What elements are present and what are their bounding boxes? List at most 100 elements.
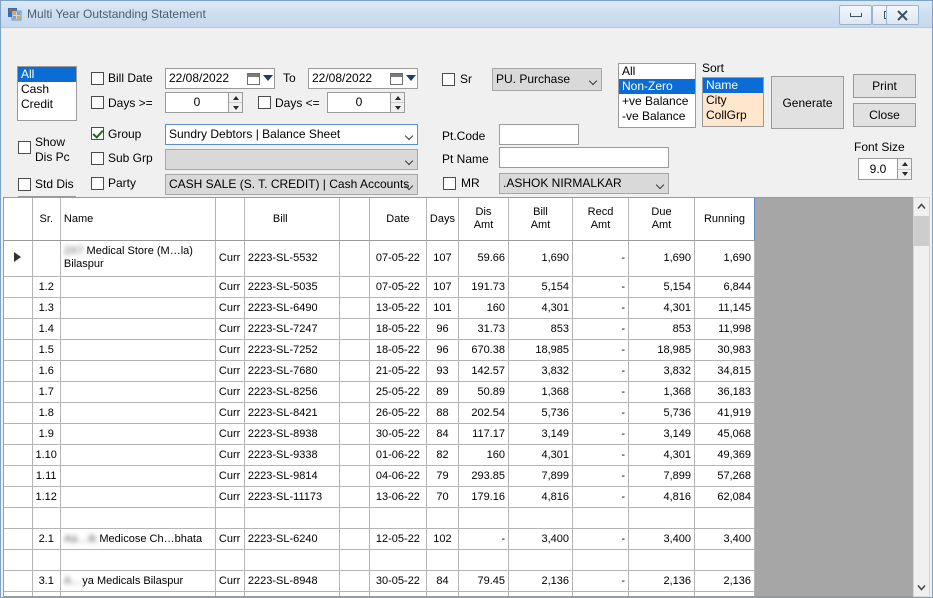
table-row[interactable]: 3.1 A…ya Medicals Bilaspur Curr 2223-SL-894… <box>4 570 755 592</box>
balance-option-nonzero[interactable]: Non-Zero <box>619 79 695 94</box>
days-le-stepper[interactable] <box>390 92 405 113</box>
cell-bill-amt[interactable]: 3,400 <box>508 528 573 550</box>
cell-running[interactable] <box>694 507 755 529</box>
cell-bill-amt[interactable]: 5,154 <box>508 276 573 298</box>
cell-recd-amt[interactable]: - <box>572 570 629 592</box>
cell-due-amt[interactable] <box>628 549 695 571</box>
cell-bill[interactable]: 2223-SL-11173 <box>244 486 340 508</box>
row-marker-cell[interactable] <box>4 549 33 571</box>
cell-dis-amt[interactable]: 50.89 <box>458 381 509 403</box>
cell-curr[interactable] <box>215 549 245 571</box>
cell-dis-amt[interactable]: 191.73 <box>458 276 509 298</box>
cell-days[interactable]: 107 <box>426 276 459 298</box>
cell-date[interactable] <box>369 549 427 571</box>
cell-name[interactable] <box>60 486 216 508</box>
cell-due-amt[interactable]: 3,400 <box>628 528 695 550</box>
cell-name[interactable] <box>60 381 216 403</box>
cell-name[interactable] <box>60 339 216 361</box>
cell-name[interactable] <box>60 297 216 319</box>
cell-curr[interactable]: Curr <box>215 297 245 319</box>
cell-dis-amt[interactable]: 179.16 <box>458 486 509 508</box>
cell-running[interactable]: 3,400 <box>694 528 755 550</box>
row-marker-cell[interactable] <box>4 528 33 550</box>
cell-dis-amt[interactable] <box>458 549 509 571</box>
cell-bill-gap[interactable] <box>339 381 370 403</box>
table-row[interactable] <box>4 507 755 529</box>
table-row[interactable] <box>4 549 755 571</box>
cell-bill-amt[interactable] <box>508 549 573 571</box>
cell-bill-gap[interactable] <box>339 444 370 466</box>
cell-sr[interactable]: 1.8 <box>32 402 61 424</box>
cell-running[interactable]: 49,369 <box>694 444 755 466</box>
cell-dis-amt[interactable]: - <box>458 528 509 550</box>
row-marker-cell[interactable] <box>4 360 33 382</box>
cell-days[interactable]: 88 <box>426 402 459 424</box>
calendar-icon-from[interactable] <box>247 73 260 85</box>
cell-date[interactable]: 30-05-22 <box>369 570 427 592</box>
cell-date[interactable]: 30-05-22 <box>369 423 427 445</box>
cell-bill-amt[interactable]: 853 <box>508 318 573 340</box>
cell-days[interactable]: 81 <box>426 591 459 596</box>
std-dis-checkbox[interactable] <box>18 178 31 191</box>
days-le-input[interactable]: 0 <box>327 92 391 113</box>
cell-bill-gap[interactable] <box>339 360 370 382</box>
cell-running[interactable]: 57,268 <box>694 465 755 487</box>
cell-bill[interactable] <box>244 549 340 571</box>
chevron-down-icon-group[interactable] <box>406 133 413 140</box>
cell-date[interactable]: 13-06-22 <box>369 486 427 508</box>
cell-name[interactable] <box>60 276 216 298</box>
cell-dis-amt[interactable]: 117.17 <box>458 423 509 445</box>
scrollbar-thumb[interactable] <box>914 216 929 246</box>
cell-date[interactable]: 07-05-22 <box>369 240 427 277</box>
cell-bill[interactable]: 2223-SL-7252 <box>244 339 340 361</box>
group-dropdown[interactable]: Sundry Debtors | Balance Sheet <box>165 124 418 145</box>
cell-bill[interactable]: 2223-SL-7680 <box>244 360 340 382</box>
col-header-due-amt[interactable]: Due Amt <box>628 198 695 241</box>
cell-curr[interactable]: Curr <box>215 444 245 466</box>
cell-recd-amt[interactable] <box>572 507 629 529</box>
col-header-dis-amt[interactable]: Dis Amt <box>458 198 509 241</box>
row-marker-cell[interactable] <box>4 486 33 508</box>
cell-name[interactable] <box>60 360 216 382</box>
cell-bill[interactable]: 2223-SL-7247 <box>244 318 340 340</box>
chevron-down-icon-to[interactable] <box>406 75 416 81</box>
table-row[interactable]: 1.12 Curr 2223-SL-11173 13-06-22 70 179.16 4,8… <box>4 486 755 508</box>
cell-due-amt[interactable]: 1,368 <box>628 381 695 403</box>
days-ge-stepper-down[interactable] <box>229 102 242 112</box>
cell-curr[interactable]: Curr <box>215 486 245 508</box>
cell-recd-amt[interactable]: - <box>572 444 629 466</box>
cell-bill[interactable]: 2223-SL-8256 <box>244 381 340 403</box>
cell-bill-gap[interactable] <box>339 570 370 592</box>
cell-recd-amt[interactable]: - <box>572 591 629 596</box>
cell-days[interactable]: 84 <box>426 423 459 445</box>
table-row[interactable]: 1.11 Curr 2223-SL-9814 04-06-22 79 293.85 7,89… <box>4 465 755 487</box>
mr-checkbox[interactable] <box>443 177 456 190</box>
cell-recd-amt[interactable]: - <box>572 318 629 340</box>
sort-listbox[interactable]: Name City CollGrp <box>702 77 764 127</box>
table-row[interactable]: 1.3 Curr 2223-SL-6490 13-05-22 101 160 4,301-4… <box>4 297 755 319</box>
cell-due-amt[interactable]: 5,736 <box>628 402 695 424</box>
cell-bill-amt[interactable]: 5,736 <box>508 402 573 424</box>
row-marker-cell[interactable] <box>4 423 33 445</box>
minimize-button[interactable] <box>839 5 872 25</box>
cell-curr[interactable]: Curr <box>215 276 245 298</box>
cell-days[interactable]: 107 <box>426 240 459 277</box>
cell-name[interactable] <box>60 465 216 487</box>
balance-option-positive[interactable]: +ve Balance <box>619 94 695 109</box>
cell-bill[interactable]: 2223-SL-5035 <box>244 276 340 298</box>
cell-recd-amt[interactable]: - <box>572 528 629 550</box>
cell-days[interactable] <box>426 549 459 571</box>
cell-bill-gap[interactable] <box>339 240 370 277</box>
sort-option-collgrp[interactable]: CollGrp <box>703 108 763 123</box>
row-marker-cell[interactable] <box>4 465 33 487</box>
table-row[interactable]: 1.8 Curr 2223-SL-8421 26-05-22 88 202.54 5,736… <box>4 402 755 424</box>
cell-curr[interactable]: Curr <box>215 528 245 550</box>
mr-dropdown[interactable]: .ASHOK NIRMALKAR <box>499 173 669 194</box>
cell-sr[interactable]: 2.1 <box>32 528 61 550</box>
cell-recd-amt[interactable]: - <box>572 360 629 382</box>
cell-bill[interactable]: 2223-SL-9814 <box>244 465 340 487</box>
cell-date[interactable]: 18-05-22 <box>369 339 427 361</box>
cell-date[interactable] <box>369 507 427 529</box>
row-marker-cell[interactable] <box>4 402 33 424</box>
party-dropdown[interactable]: CASH SALE (S. T. CREDIT) | Cash Accounts <box>165 174 418 195</box>
